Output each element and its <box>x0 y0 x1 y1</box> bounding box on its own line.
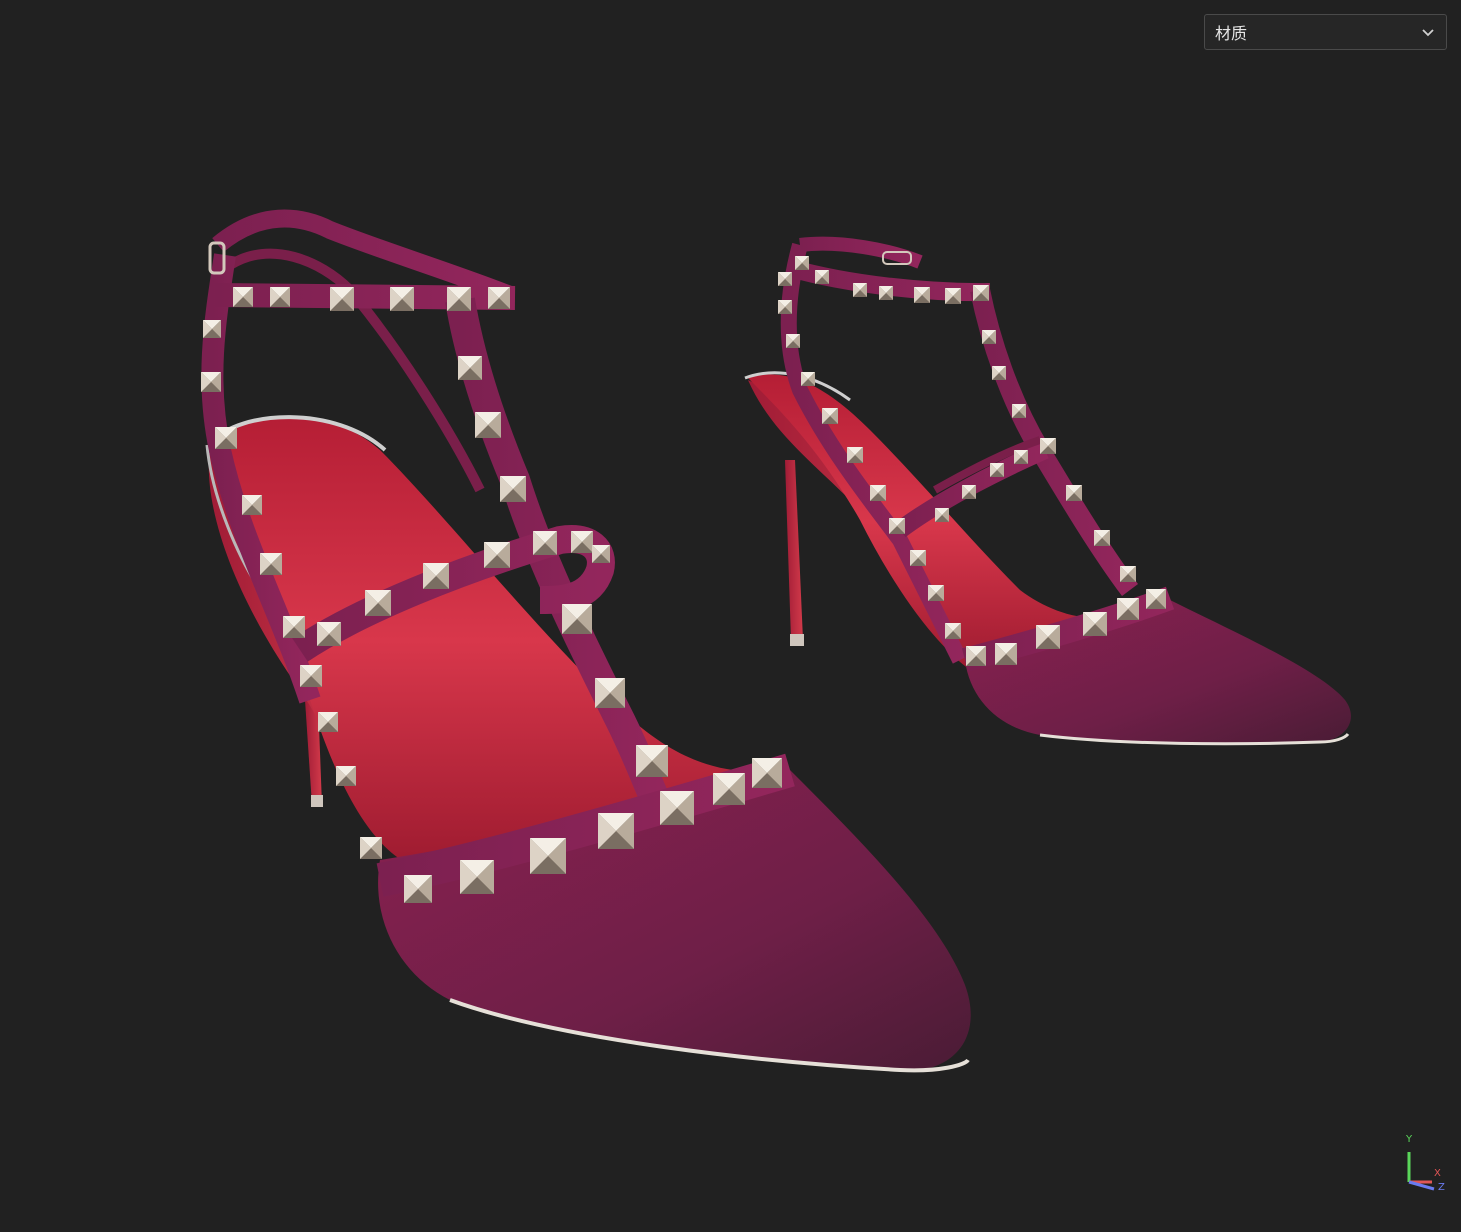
material-select[interactable]: 材质 <box>1204 14 1447 50</box>
chevron-down-icon <box>1420 24 1436 40</box>
3d-viewport[interactable]: 材质 Y X Z <box>0 0 1461 1232</box>
axis-z-label: Z <box>1438 1182 1445 1193</box>
shoe-right <box>744 236 1351 746</box>
axis-x-label: X <box>1434 1168 1441 1179</box>
shoe-left <box>201 209 971 1073</box>
material-select-value: 材质 <box>1215 24 1248 43</box>
axis-gizmo: Y X Z <box>1398 1132 1450 1196</box>
model-render[interactable] <box>0 0 1461 1232</box>
axis-y-label: Y <box>1406 1134 1413 1145</box>
